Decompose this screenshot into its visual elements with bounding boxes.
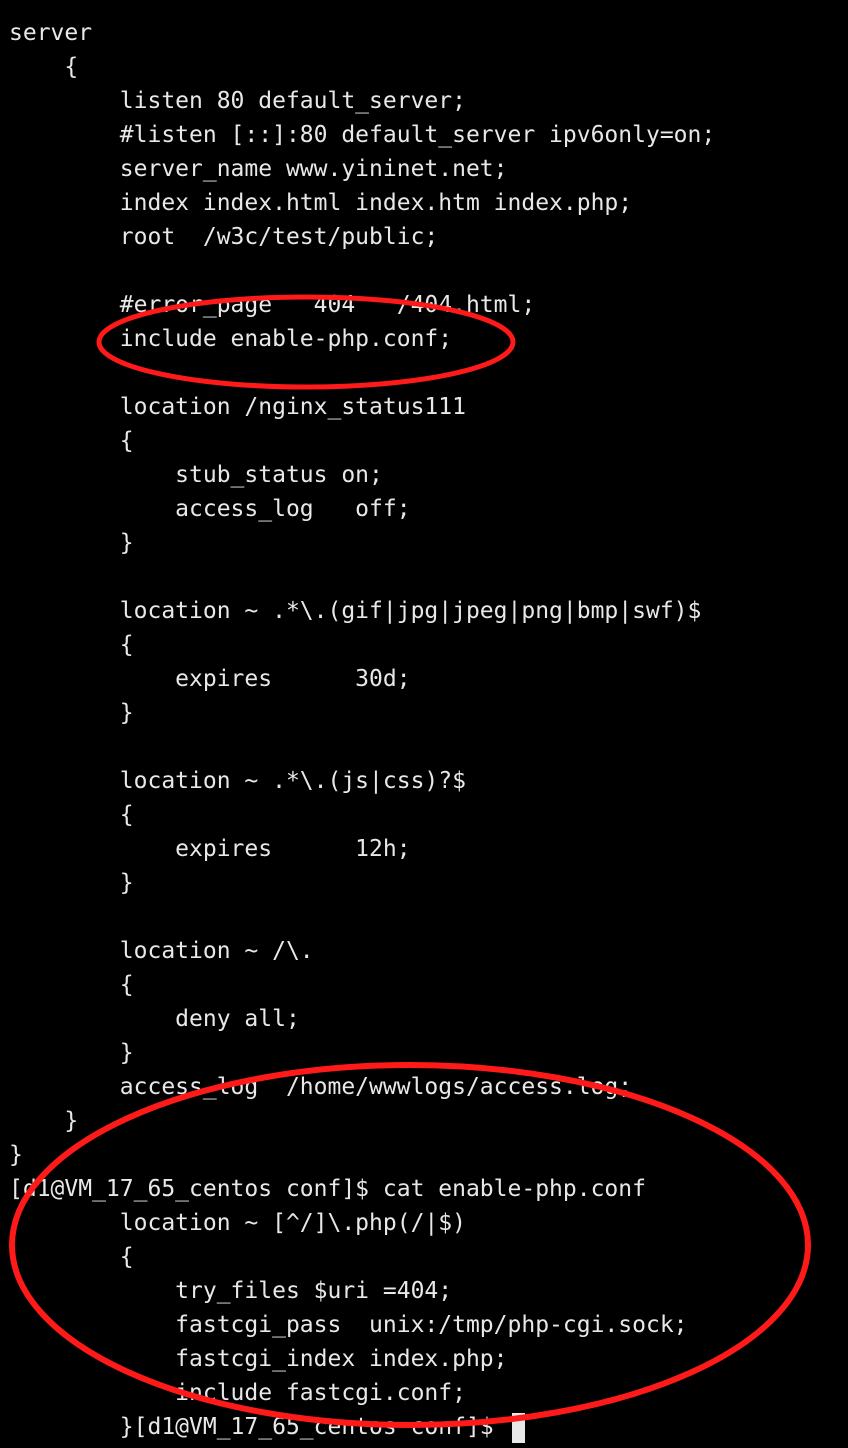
terminal-line: location ~ .*\.(gif|jpg|jpeg|png|bmp|swf…	[9, 598, 702, 624]
terminal-line: stub_status on;	[9, 462, 383, 488]
terminal-line: location ~ [^/]\.php(/|$)	[9, 1210, 466, 1236]
terminal-line: {	[9, 802, 134, 828]
terminal-line: fastcgi_pass unix:/tmp/php-cgi.sock;	[9, 1312, 688, 1338]
terminal-line: }	[9, 1142, 23, 1168]
terminal-command-line: [d1@VM_17_65_centos conf]$ cat enable-ph…	[9, 1176, 646, 1202]
terminal-prompt-text: }[d1@VM_17_65_centos conf]$	[9, 1414, 508, 1440]
terminal-line: location ~ .*\.(js|css)?$	[9, 768, 466, 794]
terminal-line: }	[9, 530, 134, 556]
terminal-line: include fastcgi.conf;	[9, 1380, 466, 1406]
terminal-line: server_name www.yininet.net;	[9, 156, 508, 182]
terminal-line: fastcgi_index index.php;	[9, 1346, 508, 1372]
terminal-line: deny all;	[9, 1006, 300, 1032]
terminal-line: }	[9, 1040, 134, 1066]
terminal-line: }	[9, 700, 134, 726]
terminal-window[interactable]: server { listen 80 default_server; #list…	[0, 0, 848, 1448]
terminal-line: try_files $uri =404;	[9, 1278, 453, 1304]
terminal-line: {	[9, 1244, 134, 1270]
cursor-block	[511, 1412, 525, 1443]
terminal-line: #error_page 404 /404.html;	[9, 292, 536, 318]
terminal-output: server { listen 80 default_server; #list…	[9, 16, 715, 1444]
terminal-line: root /w3c/test/public;	[9, 224, 439, 250]
terminal-line: location /nginx_status111	[9, 394, 466, 420]
terminal-line: }	[9, 870, 134, 896]
terminal-line: location ~ /\.	[9, 938, 314, 964]
terminal-line: {	[9, 54, 79, 80]
terminal-line: expires 12h;	[9, 836, 411, 862]
terminal-line: listen 80 default_server;	[9, 88, 466, 114]
terminal-line: {	[9, 428, 134, 454]
terminal-line: {	[9, 632, 134, 658]
terminal-line: #listen [::]:80 default_server ipv6only=…	[9, 122, 716, 148]
terminal-line-include-enable-php: include enable-php.conf;	[9, 326, 453, 352]
terminal-line: server	[9, 20, 93, 46]
terminal-line: access_log /home/wwwlogs/access.log;	[9, 1074, 633, 1100]
terminal-line: {	[9, 972, 134, 998]
terminal-line: access_log off;	[9, 496, 411, 522]
terminal-line: }	[9, 1108, 79, 1134]
terminal-prompt-line[interactable]: }[d1@VM_17_65_centos conf]$	[9, 1410, 715, 1444]
terminal-line: expires 30d;	[9, 666, 411, 692]
terminal-line: index index.html index.htm index.php;	[9, 190, 633, 216]
